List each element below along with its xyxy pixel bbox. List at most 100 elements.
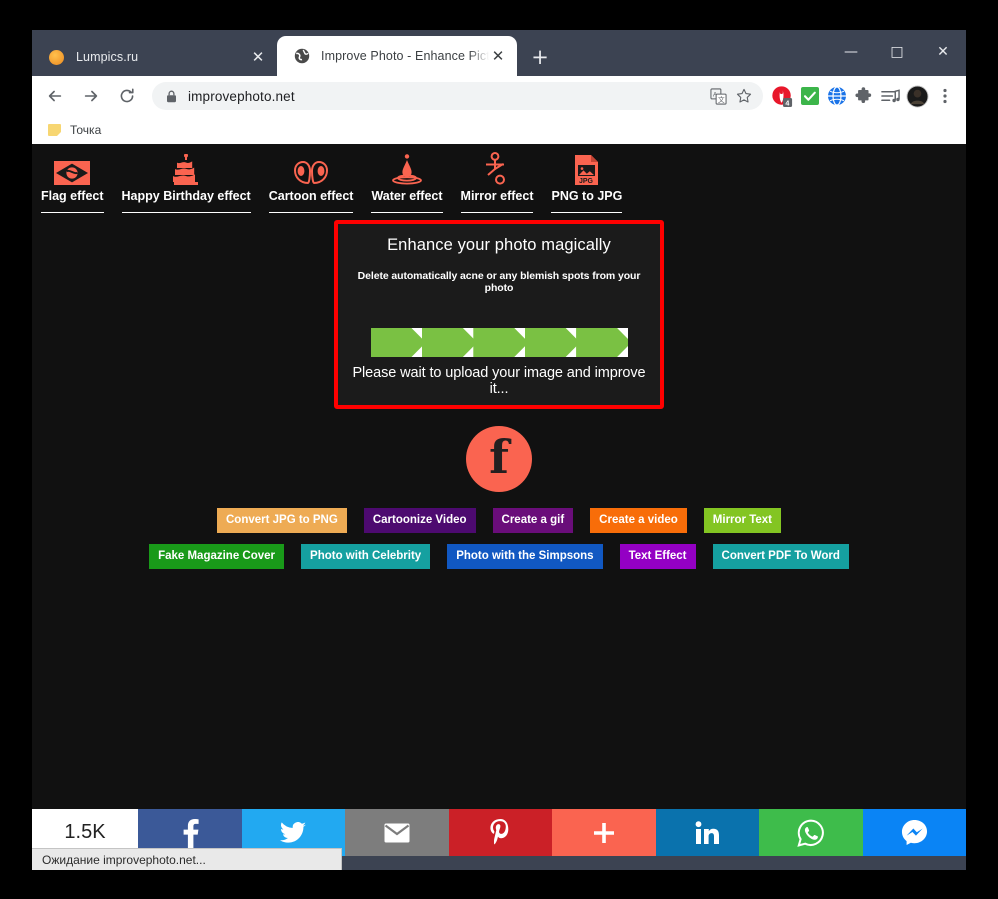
link-button-photo-with-the-simpsons[interactable]: Photo with the Simpsons [447, 544, 603, 570]
bookmarks-bar: Точка [32, 116, 966, 144]
messenger-share-button[interactable] [862, 809, 966, 856]
whatsapp-icon [797, 819, 824, 847]
folder-icon [48, 123, 61, 136]
globe-icon [293, 48, 310, 65]
linkedin-share-button[interactable] [655, 809, 759, 856]
links-row-1: Convert JPG to PNG Cartoonize Video Create… [32, 508, 966, 534]
bookmark-tochka[interactable]: Точка [42, 121, 107, 139]
tab-lumpics[interactable]: Lumpics.ru ✕ [32, 38, 277, 76]
media-playlist-icon[interactable] [877, 83, 904, 110]
birthday-cake-icon [169, 152, 203, 186]
globe-extension-icon[interactable] [823, 83, 850, 110]
effect-png-to-jpg[interactable]: JPG PNG to JPG [542, 150, 631, 213]
link-button-create-a-gif[interactable]: Create a gif [492, 508, 574, 534]
page-subtitle: Delete automatically acne or any blemish… [357, 270, 641, 294]
facebook-f-icon: f [489, 430, 509, 484]
page-content: Flag effect Happy Birthday effect Cartoo… [32, 144, 966, 856]
twitter-bird-icon [280, 821, 307, 843]
pinterest-share-button[interactable] [448, 809, 552, 856]
pinterest-p-icon [490, 818, 509, 844]
water-drop-icon [389, 152, 425, 186]
star-icon[interactable] [731, 83, 757, 109]
effect-label: Happy Birthday effect [121, 189, 251, 213]
link-button-mirror-text[interactable]: Mirror Text [703, 508, 782, 534]
orange-circle-icon [48, 49, 65, 66]
link-button-convert-pdf-to-word[interactable]: Convert PDF To Word [712, 544, 849, 570]
link-button-create-a-video[interactable]: Create a video [590, 508, 687, 534]
url-text: improvephoto.net [188, 88, 295, 104]
svg-text:JPG: JPG [579, 178, 594, 185]
whatsapp-share-button[interactable] [759, 809, 863, 856]
bookmark-label: Точка [70, 122, 102, 137]
upload-status-text: Please wait to upload your image and imp… [352, 365, 646, 397]
svg-text:4: 4 [785, 99, 789, 107]
progress-chevron [473, 328, 529, 357]
hero-card-wrapper: Enhance your photo magically Delete auto… [32, 220, 966, 409]
messenger-icon [901, 819, 927, 846]
cartoon-eyes-icon [291, 152, 331, 186]
window-controls: — □ ✕ [828, 30, 966, 74]
browser-toolbar: improvephoto.net A 文 4 [32, 76, 966, 116]
translate-icon[interactable]: A 文 [705, 83, 731, 109]
three-dot-menu-icon[interactable] [931, 83, 958, 110]
close-icon[interactable]: ✕ [489, 47, 507, 65]
status-text: Ожидание improvephoto.net... [42, 852, 206, 867]
link-button-fake-magazine-cover[interactable]: Fake Magazine Cover [149, 544, 285, 570]
opera-vpn-icon[interactable]: 4 [769, 83, 796, 110]
svg-text:文: 文 [718, 94, 725, 103]
page-title: Enhance your photo magically [387, 236, 611, 254]
effect-mirror[interactable]: Mirror effect [452, 150, 543, 213]
effect-water[interactable]: Water effect [362, 150, 451, 213]
mirror-icon [481, 152, 513, 186]
link-button-cartoonize-video[interactable]: Cartoonize Video [363, 508, 476, 534]
forward-button[interactable] [76, 81, 106, 111]
tab-title: Improve Photo - Enhance Picture [321, 49, 489, 63]
effect-label: Flag effect [41, 189, 104, 213]
link-button-photo-with-celebrity[interactable]: Photo with Celebrity [301, 544, 431, 570]
effect-label: Mirror effect [460, 189, 534, 213]
tab-strip: Lumpics.ru ✕ Improve Photo - Enhance Pic… [32, 30, 966, 76]
enhance-photo-card: Enhance your photo magically Delete auto… [334, 220, 664, 409]
status-bar: Ожидание improvephoto.net... [32, 848, 342, 870]
effect-cartoon[interactable]: Cartoon effect [260, 150, 363, 213]
tab-title: Lumpics.ru [76, 50, 139, 64]
facebook-badge-wrapper: f [32, 426, 966, 492]
new-tab-button[interactable]: + [525, 42, 555, 72]
effect-label: Water effect [371, 189, 443, 213]
back-button[interactable] [40, 81, 70, 111]
tab-improve-photo[interactable]: Improve Photo - Enhance Picture ✕ [277, 36, 517, 76]
effects-nav: Flag effect Happy Birthday effect Cartoo… [32, 144, 966, 213]
avatar[interactable] [904, 83, 931, 110]
progress-chevron [524, 328, 581, 357]
more-share-button[interactable] [552, 809, 656, 856]
reload-button[interactable] [112, 81, 142, 111]
progress-chevron [421, 328, 478, 357]
envelope-icon [384, 823, 410, 842]
link-button-convert-jpg-to-png[interactable]: Convert JPG to PNG [216, 508, 347, 534]
close-window-button[interactable]: ✕ [920, 30, 966, 74]
effect-label: PNG to JPG [551, 189, 623, 213]
effect-flag[interactable]: Flag effect [32, 150, 113, 213]
effect-happy-birthday[interactable]: Happy Birthday effect [113, 150, 260, 213]
plus-icon [593, 822, 614, 843]
browser-window: Lumpics.ru ✕ Improve Photo - Enhance Pic… [32, 30, 966, 870]
link-button-text-effect[interactable]: Text Effect [619, 544, 696, 570]
minimize-button[interactable]: — [828, 30, 874, 74]
checkmark-icon[interactable] [796, 83, 823, 110]
facebook-f-icon [183, 818, 199, 848]
jpg-file-icon: JPG [574, 152, 599, 186]
email-share-button[interactable] [345, 809, 449, 856]
puzzle-piece-icon[interactable] [850, 83, 877, 110]
close-icon[interactable]: ✕ [249, 48, 267, 66]
facebook-badge[interactable]: f [466, 426, 532, 492]
maximize-button[interactable]: □ [874, 30, 920, 74]
linkedin-in-icon [695, 820, 720, 844]
lock-icon [166, 90, 177, 103]
effect-label: Cartoon effect [268, 189, 354, 213]
links-row-2: Fake Magazine Cover Photo with Celebrity P… [32, 544, 966, 570]
address-bar[interactable]: improvephoto.net A 文 [152, 82, 763, 110]
progress-chevron [370, 328, 426, 357]
flag-icon [53, 152, 91, 186]
progress-chevron [576, 328, 628, 357]
progress-bar [370, 328, 628, 357]
